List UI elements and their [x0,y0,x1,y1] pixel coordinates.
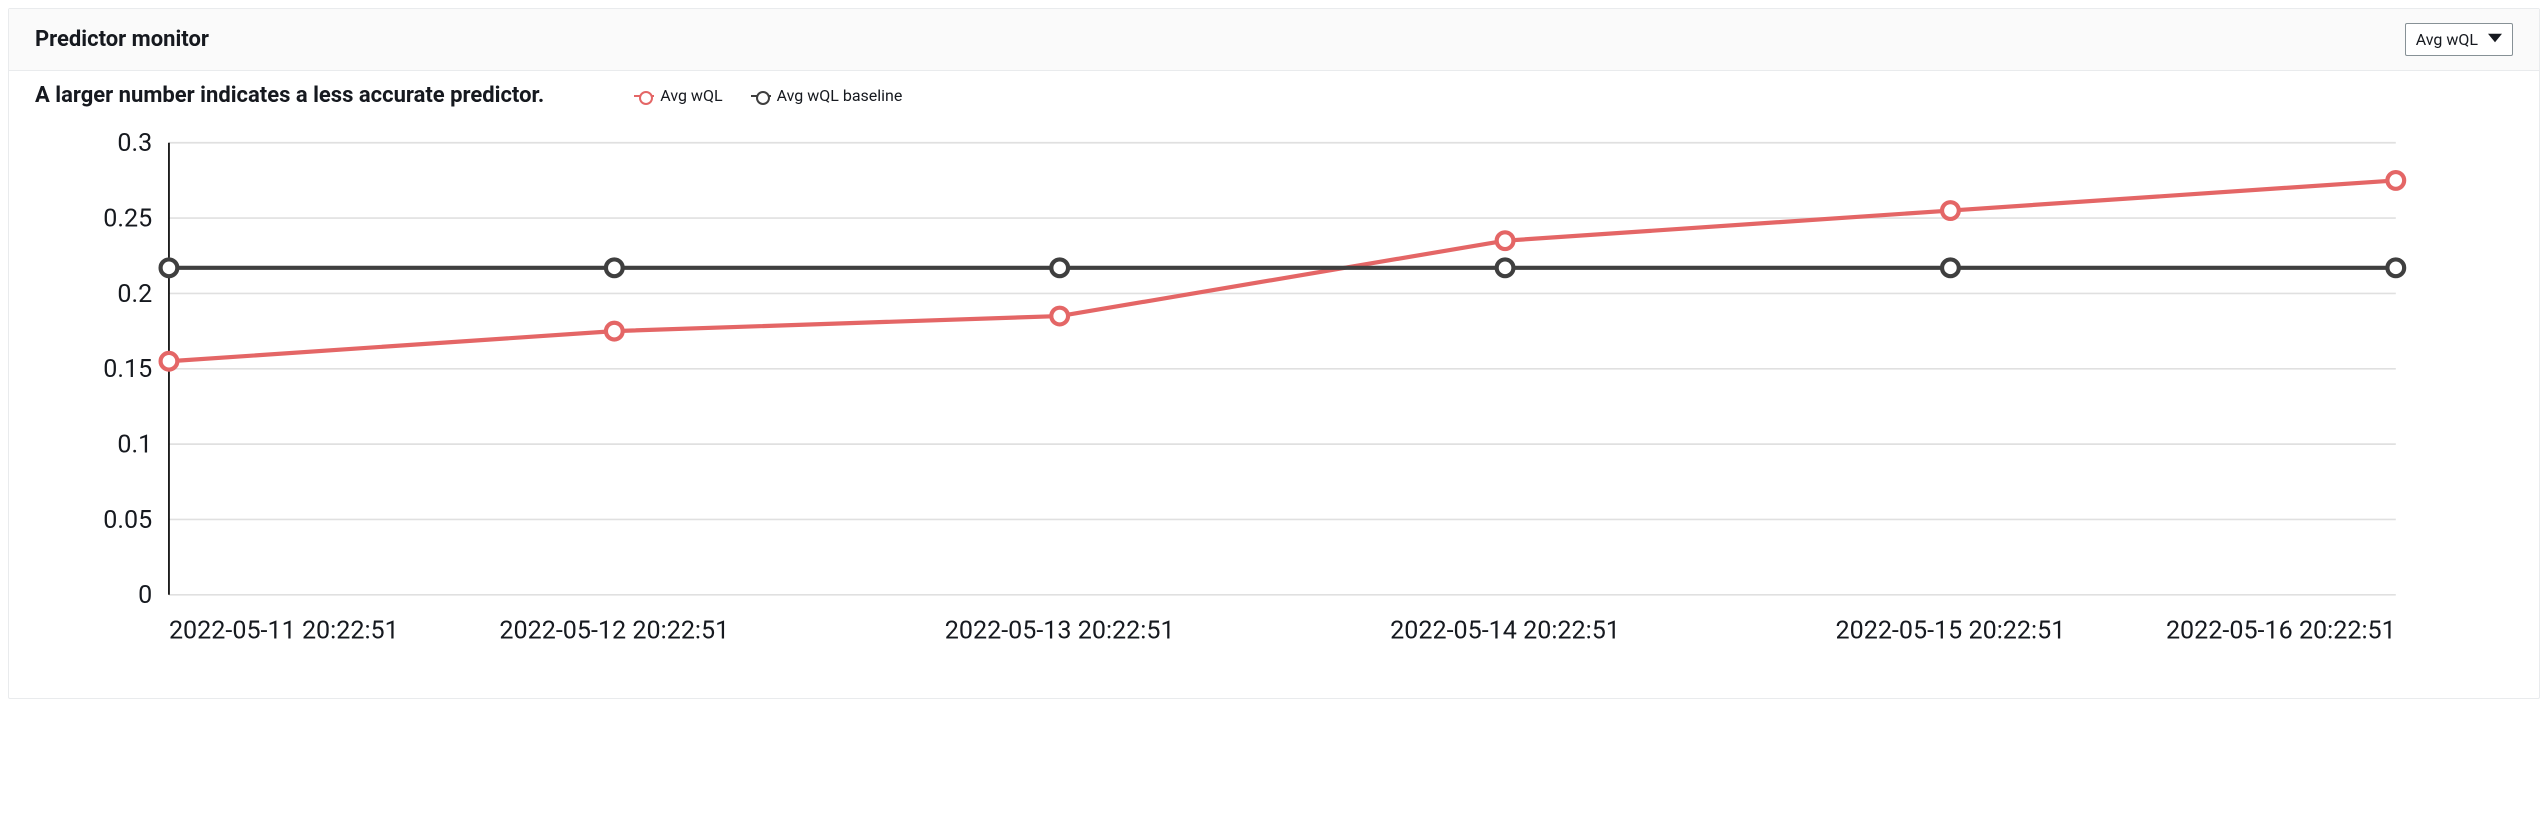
svg-text:2022-05-12 20:22:51: 2022-05-12 20:22:51 [499,616,729,645]
svg-text:0: 0 [138,581,152,610]
svg-text:2022-05-16 20:22:51: 2022-05-16 20:22:51 [2166,616,2396,645]
svg-text:0.05: 0.05 [103,506,152,535]
svg-text:2022-05-14 20:22:51: 2022-05-14 20:22:51 [1390,616,1620,645]
metric-select-dropdown[interactable]: Avg wQL [2405,23,2513,56]
chart-area: 0 0.05 0.1 0.15 0.2 0.25 0.3 2022-05-11 20:22:5… [35,126,2513,662]
svg-text:0.15: 0.15 [103,355,152,384]
subtitle-row: A larger number indicates a less accurat… [35,83,2513,108]
panel-title: Predictor monitor [35,27,209,52]
svg-text:2022-05-11 20:22:51: 2022-05-11 20:22:51 [169,616,399,645]
legend-label-avg-wql: Avg wQL [660,86,722,105]
svg-text:0.2: 0.2 [117,280,152,309]
svg-text:0.3: 0.3 [117,129,152,158]
legend-item-baseline: Avg wQL baseline [751,86,903,105]
chart-subtitle: A larger number indicates a less accurat… [35,83,544,108]
svg-text:0.1: 0.1 [117,430,152,459]
predictor-monitor-panel: Predictor monitor Avg wQL A larger numbe… [8,8,2540,699]
svg-text:2022-05-15 20:22:51: 2022-05-15 20:22:51 [1836,616,2066,645]
chart-legend: Avg wQL Avg wQL baseline [634,86,902,105]
svg-text:2022-05-13 20:22:51: 2022-05-13 20:22:51 [945,616,1175,645]
caret-down-icon [2488,30,2502,49]
panel-header: Predictor monitor Avg wQL [9,9,2539,71]
metric-select-label: Avg wQL [2416,30,2478,49]
panel-body: A larger number indicates a less accurat… [9,71,2539,698]
line-chart: 0 0.05 0.1 0.15 0.2 0.25 0.3 2022-05-11 20:22:5… [35,126,2513,662]
legend-marker-red [634,95,654,97]
legend-label-baseline: Avg wQL baseline [777,86,903,105]
legend-marker-dark [751,95,771,97]
svg-text:0.25: 0.25 [103,204,152,233]
legend-item-avg-wql: Avg wQL [634,86,722,105]
